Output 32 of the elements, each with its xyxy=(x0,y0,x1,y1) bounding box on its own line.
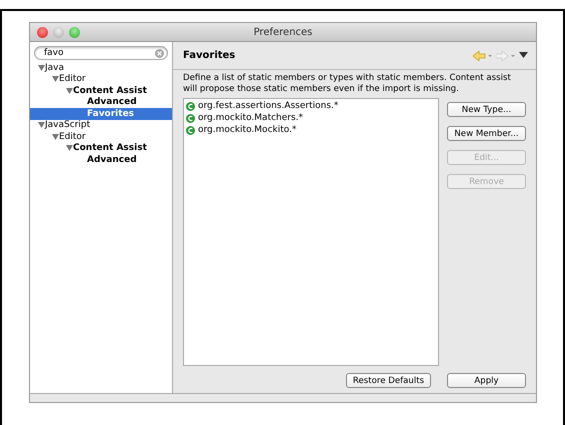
tree-item[interactable]: Advanced xyxy=(30,154,172,166)
favorite-item[interactable]: org.mockito.Mockito.* xyxy=(198,125,296,135)
class-icon xyxy=(186,114,195,122)
menu-caret-icon[interactable] xyxy=(519,52,528,59)
apply-button[interactable]: Apply xyxy=(447,373,526,388)
clear-icon[interactable] xyxy=(155,48,164,58)
expanded-triangle-icon[interactable] xyxy=(66,145,73,152)
expanded-triangle-icon[interactable] xyxy=(52,76,59,82)
restore-defaults-button[interactable]: Restore Defaults xyxy=(346,373,431,388)
close-button[interactable] xyxy=(37,26,48,38)
expanded-triangle-icon[interactable] xyxy=(38,64,45,71)
action-button[interactable]: New Member... xyxy=(447,126,526,141)
tree-item[interactable]: Editor xyxy=(30,131,172,142)
description-text: Define a list of static members or types with static members. Content assist will propose those static members even if the import is missing. xyxy=(183,73,512,95)
tree-item[interactable]: Advanced xyxy=(30,96,172,108)
search-field[interactable]: favo xyxy=(34,46,168,60)
tree-item[interactable]: Content Assist xyxy=(30,85,172,96)
class-icon xyxy=(186,102,195,110)
tree-item[interactable]: Editor xyxy=(30,74,172,85)
tree-item[interactable]: Favorites xyxy=(30,108,172,120)
tree-item[interactable]: JavaScript xyxy=(30,120,172,131)
expanded-triangle-icon[interactable] xyxy=(38,122,45,128)
page-title: Favorites xyxy=(183,50,236,61)
favorite-item[interactable]: org.mockito.Matchers.* xyxy=(198,113,304,123)
window-title: Preferences xyxy=(254,26,312,38)
favorite-item[interactable]: org.fest.assertions.Assertions.* xyxy=(198,101,338,111)
tree-item[interactable]: Content Assist xyxy=(30,142,172,154)
tree-item[interactable]: Java xyxy=(30,62,172,74)
expanded-triangle-icon[interactable] xyxy=(52,134,59,140)
expanded-triangle-icon[interactable] xyxy=(66,88,73,94)
action-button[interactable]: New Type... xyxy=(447,102,526,117)
class-icon xyxy=(186,126,195,134)
